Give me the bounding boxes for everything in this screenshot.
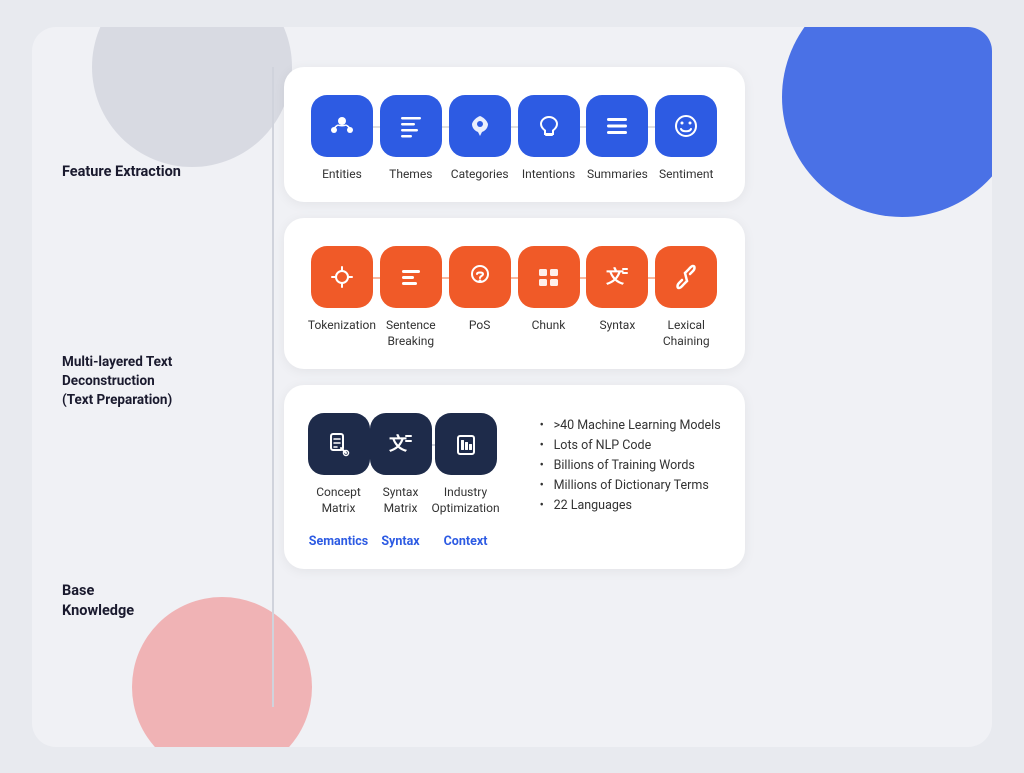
list-item-0: >40 Machine Learning Models bbox=[540, 418, 721, 433]
categories-icon-box bbox=[449, 95, 511, 157]
icon-item-intentions: Intentions bbox=[514, 95, 583, 183]
sentiment-icon-box bbox=[655, 95, 717, 157]
icon-item-pos: PoS bbox=[445, 246, 514, 334]
syntax-icon-box: 文 bbox=[586, 246, 648, 308]
industry-opt-label: IndustryOptimization bbox=[432, 485, 500, 516]
label-base-knowledge: BaseKnowledge bbox=[62, 571, 262, 632]
label-feature-extraction: Feature Extraction bbox=[62, 152, 262, 192]
syntax-matrix-category: Syntax bbox=[381, 534, 419, 549]
pos-label: PoS bbox=[469, 318, 490, 334]
chunk-icon-box bbox=[518, 246, 580, 308]
industry-opt-icon-box bbox=[435, 413, 497, 475]
icon-item-sentence-breaking: SentenceBreaking bbox=[376, 246, 445, 349]
base-knowledge-card: ConceptMatrix Semantics 文 bbox=[284, 385, 745, 569]
icon-item-syntax-matrix: 文 SyntaxMatrix Syntax bbox=[370, 413, 432, 549]
lexical-chaining-icon-box bbox=[655, 246, 717, 308]
base-knowledge-list: >40 Machine Learning Models Lots of NLP … bbox=[520, 413, 721, 518]
text-deconstruction-card: Tokenization SentenceBreaking bbox=[284, 218, 745, 369]
pos-icon-box bbox=[449, 246, 511, 308]
icon-item-sentiment: Sentiment bbox=[652, 95, 721, 183]
concept-matrix-label: ConceptMatrix bbox=[316, 485, 361, 516]
themes-label: Themes bbox=[389, 167, 432, 183]
left-labels: Feature Extraction Multi-layered TextDec… bbox=[62, 67, 262, 707]
lexical-chaining-label: LexicalChaining bbox=[663, 318, 710, 349]
text-deconstruction-row: Tokenization SentenceBreaking bbox=[308, 246, 721, 349]
deco-circle-top-right bbox=[782, 27, 992, 217]
sentence-breaking-icon-box bbox=[380, 246, 442, 308]
intentions-icon-box bbox=[518, 95, 580, 157]
icon-item-themes: Themes bbox=[376, 95, 445, 183]
chunk-label: Chunk bbox=[532, 318, 566, 334]
concept-matrix-icon-box bbox=[308, 413, 370, 475]
vertical-divider bbox=[272, 67, 274, 707]
icon-item-categories: Categories bbox=[445, 95, 514, 183]
intentions-label: Intentions bbox=[522, 167, 575, 183]
icon-item-summaries: Summaries bbox=[583, 95, 652, 183]
summaries-icon-box bbox=[586, 95, 648, 157]
feature-extraction-row: Entities Themes bbox=[308, 95, 721, 183]
icon-item-lexical-chaining: LexicalChaining bbox=[652, 246, 721, 349]
list-item-3: Millions of Dictionary Terms bbox=[540, 478, 721, 493]
sentiment-label: Sentiment bbox=[659, 167, 713, 183]
base-icons-group: ConceptMatrix Semantics 文 bbox=[308, 413, 500, 549]
base-knowledge-content: ConceptMatrix Semantics 文 bbox=[308, 413, 721, 549]
icon-item-industry-opt: IndustryOptimization Context bbox=[432, 413, 500, 549]
list-item-1: Lots of NLP Code bbox=[540, 438, 721, 453]
icon-item-entities: Entities bbox=[308, 95, 377, 183]
syntax-label: Syntax bbox=[599, 318, 635, 334]
icon-item-syntax: 文 Syntax bbox=[583, 246, 652, 334]
sentence-breaking-label: SentenceBreaking bbox=[386, 318, 436, 349]
tokenization-icon-box bbox=[311, 246, 373, 308]
summaries-label: Summaries bbox=[587, 167, 648, 183]
categories-label: Categories bbox=[451, 167, 509, 183]
syntax-matrix-label: SyntaxMatrix bbox=[383, 485, 419, 516]
themes-icon-box bbox=[380, 95, 442, 157]
tokenization-label: Tokenization bbox=[308, 318, 376, 334]
layout-wrapper: Feature Extraction Multi-layered TextDec… bbox=[62, 67, 745, 707]
icon-item-concept-matrix: ConceptMatrix Semantics bbox=[308, 413, 370, 549]
entities-icon-box bbox=[311, 95, 373, 157]
concept-matrix-category: Semantics bbox=[309, 534, 368, 549]
list-item-2: Billions of Training Words bbox=[540, 458, 721, 473]
feature-extraction-card: Entities Themes bbox=[284, 67, 745, 203]
main-card: Feature Extraction Multi-layered TextDec… bbox=[32, 27, 992, 747]
entities-label: Entities bbox=[322, 167, 362, 183]
icon-item-chunk: Chunk bbox=[514, 246, 583, 334]
industry-opt-category: Context bbox=[444, 534, 488, 549]
label-text-deconstruction: Multi-layered TextDeconstruction(Text Pr… bbox=[62, 343, 262, 420]
icon-item-tokenization: Tokenization bbox=[308, 246, 377, 334]
syntax-matrix-icon-box: 文 bbox=[370, 413, 432, 475]
list-item-4: 22 Languages bbox=[540, 498, 721, 513]
right-content: Entities Themes bbox=[284, 67, 745, 707]
